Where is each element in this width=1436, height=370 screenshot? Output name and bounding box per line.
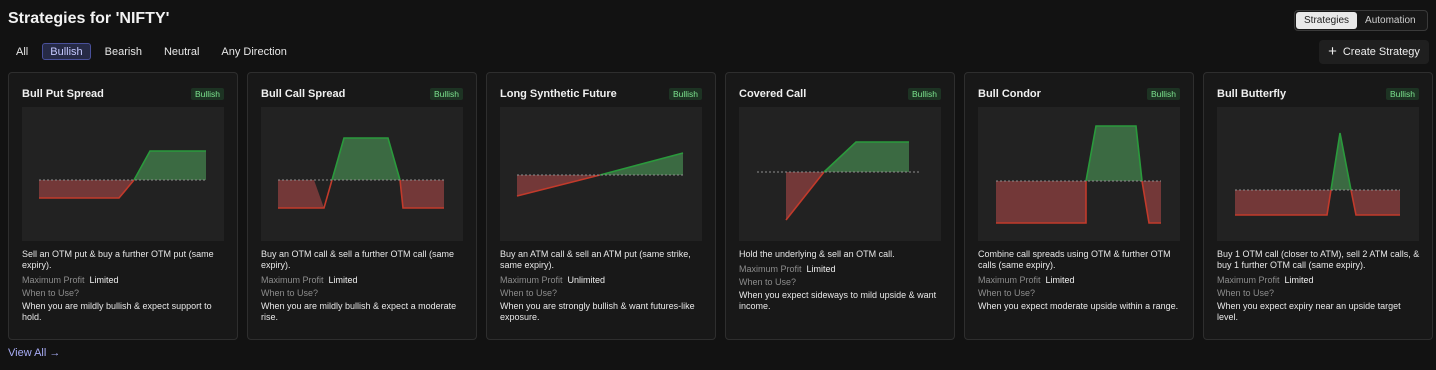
payoff-chart bbox=[500, 107, 702, 241]
max-profit-value: Limited bbox=[1284, 275, 1314, 285]
payoff-chart bbox=[261, 107, 463, 241]
filter-all[interactable]: All bbox=[9, 43, 36, 60]
when-to-use-label: When to Use? bbox=[500, 288, 558, 298]
filter-bearish[interactable]: Bearish bbox=[97, 43, 150, 60]
max-profit-value: Limited bbox=[1045, 275, 1075, 285]
strategy-name: Bull Call Spread bbox=[261, 88, 346, 100]
strategy-card[interactable]: Long Synthetic Future Bullish Buy an ATM… bbox=[486, 72, 716, 340]
direction-badge: Bullish bbox=[190, 88, 224, 100]
payoff-chart bbox=[22, 107, 224, 241]
when-to-use-label: When to Use? bbox=[261, 288, 319, 298]
payoff-chart bbox=[1217, 107, 1419, 241]
max-profit-value: Limited bbox=[328, 275, 358, 285]
max-profit-row: Maximum Profit Limited bbox=[978, 274, 1183, 287]
payoff-diagram bbox=[757, 141, 920, 221]
strategy-card[interactable]: Bull Put Spread Bullish Sell an OTM put … bbox=[8, 72, 238, 340]
max-profit-label: Maximum Profit bbox=[22, 275, 85, 285]
create-strategy-button[interactable]: + Create Strategy bbox=[1319, 40, 1429, 64]
strategy-card[interactable]: Bull Condor Bullish Combine call spreads… bbox=[964, 72, 1194, 340]
strategy-name: Covered Call bbox=[739, 88, 807, 100]
view-all-link[interactable]: View All → bbox=[8, 347, 60, 359]
strategy-cards: Bull Put Spread Bullish Sell an OTM put … bbox=[8, 72, 1433, 340]
max-profit-row: Maximum Profit Limited bbox=[261, 274, 466, 287]
when-to-use-text: When you expect sideways to mild upside … bbox=[739, 290, 937, 311]
arrow-right-icon: → bbox=[49, 347, 61, 359]
strategy-description: Buy an ATM call & sell an ATM put (same … bbox=[500, 249, 691, 270]
when-to-use-label: When to Use? bbox=[22, 288, 80, 298]
strategy-card[interactable]: Covered Call Bullish Hold the underlying… bbox=[725, 72, 955, 340]
create-strategy-label: Create Strategy bbox=[1342, 46, 1420, 58]
max-profit-value: Limited bbox=[806, 264, 836, 274]
strategy-details: Buy an OTM call & sell a further OTM cal… bbox=[261, 249, 466, 323]
payoff-diagram bbox=[39, 150, 206, 199]
max-profit-label: Maximum Profit bbox=[978, 275, 1041, 285]
max-profit-label: Maximum Profit bbox=[739, 264, 802, 274]
max-profit-value: Unlimited bbox=[567, 275, 606, 285]
strategy-description: Buy 1 OTM call (closer to ATM), sell 2 A… bbox=[1217, 249, 1420, 270]
payoff-diagram bbox=[996, 125, 1161, 224]
direction-badge: Bullish bbox=[1146, 88, 1180, 100]
direction-filters: All Bullish Bearish Neutral Any Directio… bbox=[9, 43, 295, 60]
plus-icon: + bbox=[1328, 43, 1337, 60]
max-profit-row: Maximum Profit Limited bbox=[739, 263, 944, 276]
strategy-name: Bull Butterfly bbox=[1217, 88, 1287, 100]
max-profit-value: Limited bbox=[89, 275, 119, 285]
payoff-diagram bbox=[278, 137, 444, 209]
strategy-details: Sell an OTM put & buy a further OTM put … bbox=[22, 249, 227, 323]
tab-strategies[interactable]: Strategies bbox=[1296, 12, 1358, 29]
max-profit-label: Maximum Profit bbox=[1217, 275, 1280, 285]
when-to-use-text: When you are strongly bullish & want fut… bbox=[500, 301, 695, 322]
max-profit-row: Maximum Profit Unlimited bbox=[500, 274, 705, 287]
strategy-details: Combine call spreads using OTM & further… bbox=[978, 249, 1183, 312]
when-to-use-text: When you are mildly bullish & expect a m… bbox=[261, 301, 457, 322]
payoff-diagram bbox=[1235, 132, 1400, 216]
strategy-description: Hold the underlying & sell an OTM call. bbox=[739, 249, 895, 259]
strategy-description: Combine call spreads using OTM & further… bbox=[978, 249, 1171, 270]
max-profit-label: Maximum Profit bbox=[500, 275, 563, 285]
when-to-use-label: When to Use? bbox=[1217, 288, 1275, 298]
strategy-name: Bull Condor bbox=[978, 88, 1041, 100]
payoff-diagram bbox=[516, 152, 684, 197]
strategy-details: Buy an ATM call & sell an ATM put (same … bbox=[500, 249, 705, 323]
view-all-label: View All bbox=[8, 347, 47, 359]
view-toggle: Strategies Automation bbox=[1294, 10, 1428, 31]
direction-badge: Bullish bbox=[1385, 88, 1419, 100]
max-profit-row: Maximum Profit Limited bbox=[1217, 274, 1422, 287]
strategy-card[interactable]: Bull Call Spread Bullish Buy an OTM call… bbox=[247, 72, 477, 340]
strategy-details: Buy 1 OTM call (closer to ATM), sell 2 A… bbox=[1217, 249, 1422, 323]
strategy-description: Buy an OTM call & sell a further OTM cal… bbox=[261, 249, 455, 270]
when-to-use-label: When to Use? bbox=[739, 277, 797, 287]
direction-badge: Bullish bbox=[907, 88, 941, 100]
max-profit-label: Maximum Profit bbox=[261, 275, 324, 285]
direction-badge: Bullish bbox=[429, 88, 463, 100]
strategy-name: Long Synthetic Future bbox=[500, 88, 617, 100]
strategy-details: Hold the underlying & sell an OTM call. … bbox=[739, 249, 944, 312]
strategy-card[interactable]: Bull Butterfly Bullish Buy 1 OTM call (c… bbox=[1203, 72, 1433, 340]
filter-any-direction[interactable]: Any Direction bbox=[213, 43, 294, 60]
payoff-chart bbox=[739, 107, 941, 241]
when-to-use-text: When you expect moderate upside within a… bbox=[978, 301, 1179, 311]
page-title: Strategies for 'NIFTY' bbox=[8, 10, 170, 27]
when-to-use-label: When to Use? bbox=[978, 288, 1036, 298]
direction-badge: Bullish bbox=[668, 88, 702, 100]
payoff-chart bbox=[978, 107, 1180, 241]
strategy-name: Bull Put Spread bbox=[22, 88, 104, 100]
tab-automation[interactable]: Automation bbox=[1357, 12, 1424, 29]
filter-neutral[interactable]: Neutral bbox=[156, 43, 207, 60]
when-to-use-text: When you expect expiry near an upside ta… bbox=[1217, 301, 1401, 322]
filter-bullish[interactable]: Bullish bbox=[42, 43, 91, 60]
strategy-description: Sell an OTM put & buy a further OTM put … bbox=[22, 249, 214, 270]
when-to-use-text: When you are mildly bullish & expect sup… bbox=[22, 301, 212, 322]
max-profit-row: Maximum Profit Limited bbox=[22, 274, 227, 287]
